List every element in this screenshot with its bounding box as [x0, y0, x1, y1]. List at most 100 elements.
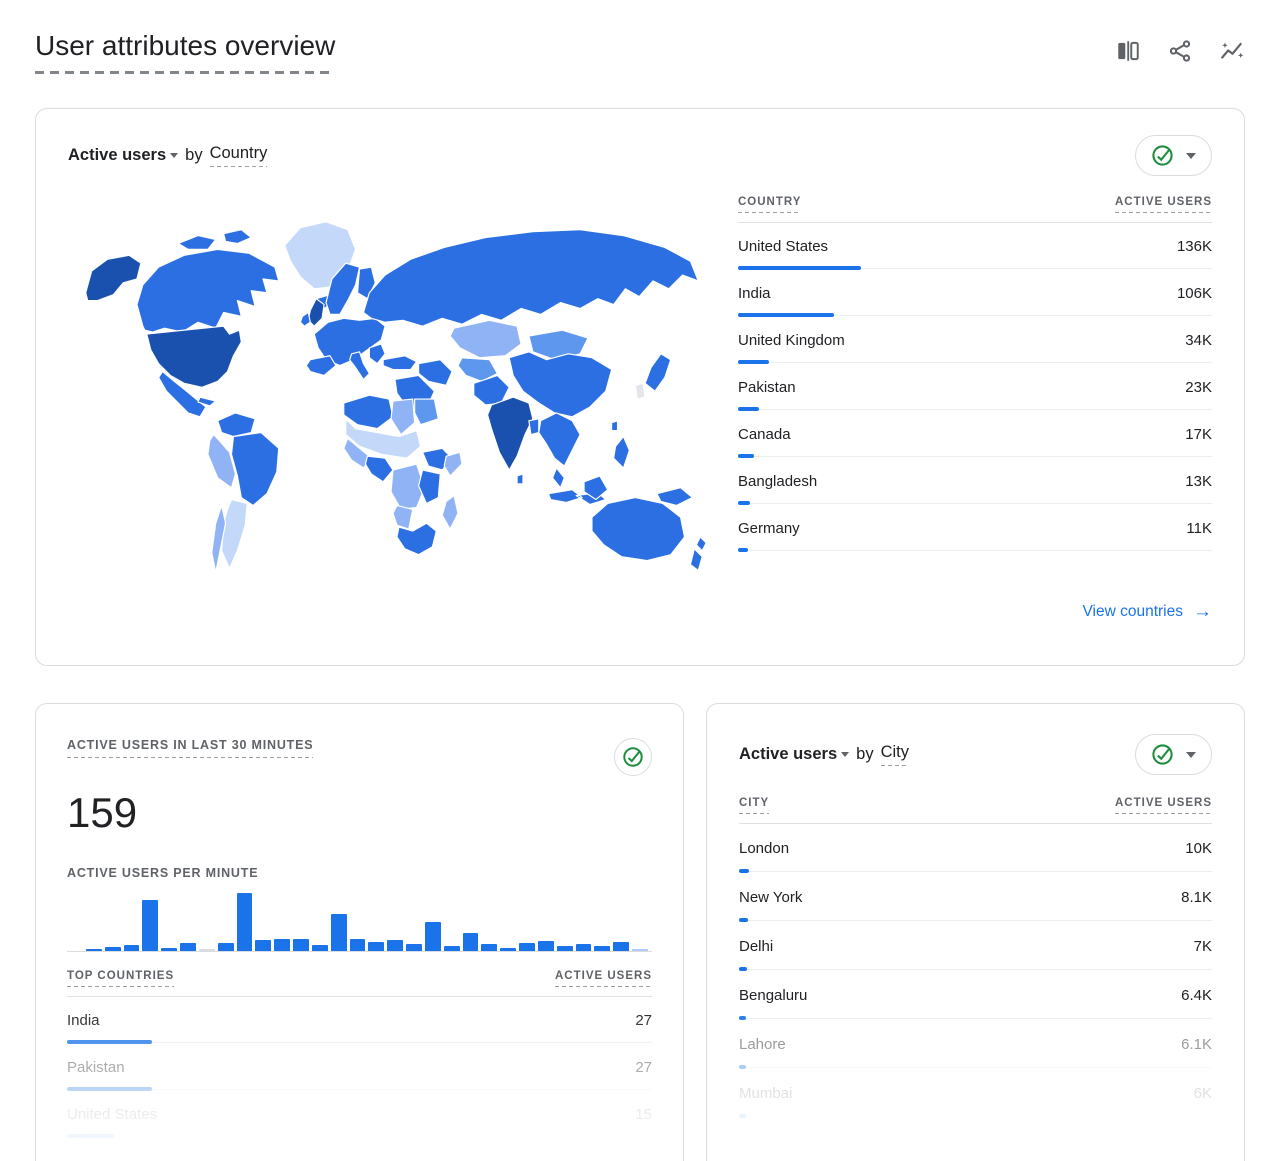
- table-body: United States 136K India 106K United Kingdom…: [738, 223, 1212, 552]
- city-table: CITY ACTIVE USERS London 10K New York 8.1K D…: [739, 797, 1212, 1118]
- minute-bar: [330, 914, 347, 952]
- card-header: Active users by City: [739, 734, 1212, 775]
- row-bar: [738, 266, 1212, 270]
- row-label: United States: [738, 237, 829, 255]
- share-icon[interactable]: [1167, 38, 1193, 64]
- column-header-top-countries[interactable]: TOP COUNTRIES: [67, 970, 175, 988]
- table-row: New York 8.1K: [739, 873, 1212, 922]
- analytics-overview-page: User attributes overview Active users by…: [0, 0, 1280, 1161]
- minute-bar: [86, 949, 102, 952]
- table-row: Germany 11K: [738, 505, 1212, 552]
- column-header-active-users[interactable]: ACTIVE USERS: [1115, 196, 1212, 213]
- metric-selector[interactable]: Active users: [68, 146, 166, 165]
- table-row: Pakistan 27: [67, 1044, 652, 1092]
- row-value: 23K: [1185, 378, 1212, 396]
- table-row: India 27: [67, 997, 652, 1045]
- row-bar: [738, 454, 1212, 458]
- data-quality-button[interactable]: [1135, 135, 1212, 176]
- card-header: ACTIVE USERS IN LAST 30 MINUTES: [67, 738, 652, 776]
- active-users-by-city-card: Active users by City CITY ACTIVE USERS L…: [706, 703, 1245, 1161]
- column-header-country[interactable]: COUNTRY: [738, 196, 802, 213]
- row-label: India: [738, 284, 771, 302]
- row-bar: [738, 407, 1212, 411]
- row-label: Delhi: [739, 937, 774, 955]
- row-value: 6K: [1193, 1084, 1212, 1102]
- table-row: Pakistan 23K: [738, 364, 1212, 411]
- dimension-selector[interactable]: Country: [209, 144, 268, 167]
- active-users-per-minute-chart[interactable]: [67, 890, 652, 953]
- row-value: 106K: [1176, 284, 1212, 302]
- row-bar: [739, 918, 1212, 922]
- column-header-active-users[interactable]: ACTIVE USERS: [1115, 797, 1212, 814]
- row-bar: [67, 1134, 652, 1139]
- table-row: United States 15: [67, 1091, 652, 1139]
- table-row: United States 136K: [738, 223, 1212, 270]
- table-row: United Kingdom 34K: [738, 317, 1212, 364]
- minute-bar: [519, 943, 535, 952]
- row-bar: [738, 548, 1212, 552]
- row-label: Mumbai: [739, 1084, 793, 1102]
- row-label: Canada: [738, 425, 791, 443]
- row-label: Bangladesh: [738, 472, 818, 490]
- minute-bar: [217, 943, 234, 952]
- row-label: Lahore: [739, 1035, 786, 1053]
- top-countries-table: TOP COUNTRIES ACTIVE USERS India 27 Pakist…: [67, 970, 652, 1139]
- card-body: COUNTRY ACTIVE USERS United States 136K In…: [68, 184, 1212, 584]
- row-value: 8.1K: [1181, 888, 1212, 906]
- row-label: India: [67, 1011, 100, 1029]
- per-minute-chart-title: ACTIVE USERS PER MINUTE: [67, 866, 259, 881]
- row-value: 6.4K: [1181, 986, 1212, 1004]
- view-countries-link[interactable]: View countries →: [1082, 602, 1212, 621]
- insights-icon[interactable]: [1219, 38, 1245, 64]
- check-circle-icon: [1152, 145, 1173, 166]
- world-map[interactable]: [68, 210, 718, 584]
- row-label: United Kingdom: [738, 331, 845, 349]
- row-value: 27: [635, 1058, 652, 1076]
- minute-bar: [180, 943, 196, 952]
- column-header-city[interactable]: CITY: [739, 797, 770, 814]
- card-title: Active users by Country: [68, 144, 268, 167]
- row-value: 34K: [1185, 331, 1212, 349]
- table-header: COUNTRY ACTIVE USERS: [738, 196, 1212, 223]
- minute-bar: [632, 949, 648, 952]
- table-header: TOP COUNTRIES ACTIVE USERS: [67, 970, 652, 998]
- metric-selector[interactable]: Active users: [739, 745, 837, 764]
- minute-bar: [537, 941, 554, 952]
- table-row: Delhi 7K: [739, 922, 1212, 971]
- minute-bar: [368, 942, 385, 952]
- minute-bar: [104, 947, 121, 952]
- row-bar: [739, 1114, 1212, 1118]
- card-header: Active users by Country: [68, 135, 1212, 176]
- row-value: 10K: [1185, 839, 1212, 857]
- data-quality-button[interactable]: [1135, 734, 1212, 775]
- chevron-down-icon: [1186, 751, 1196, 758]
- minute-bar: [311, 945, 328, 952]
- dimension-selector[interactable]: City: [880, 743, 909, 766]
- row-value: 11K: [1186, 519, 1212, 537]
- table-body: London 10K New York 8.1K Delhi 7K Bengaluru 6.4…: [739, 824, 1212, 1118]
- minute-bar: [161, 948, 178, 952]
- row-label: Bengaluru: [739, 986, 808, 1004]
- minute-bar: [481, 944, 498, 952]
- table-row: India 106K: [738, 270, 1212, 317]
- realtime-title[interactable]: ACTIVE USERS IN LAST 30 MINUTES: [67, 738, 314, 758]
- table-row: Bangladesh 13K: [738, 458, 1212, 505]
- minute-bar: [575, 944, 592, 952]
- minute-bar: [142, 900, 159, 952]
- bottom-row: ACTIVE USERS IN LAST 30 MINUTES 159 ACTI…: [35, 703, 1245, 1161]
- minute-bar: [123, 945, 140, 952]
- active-users-count: 159: [67, 789, 138, 836]
- minute-bar: [406, 944, 422, 952]
- comparison-icon[interactable]: [1115, 38, 1141, 64]
- minute-bar: [500, 948, 517, 952]
- row-label: London: [739, 839, 790, 857]
- card-footer: View countries →: [68, 602, 1212, 621]
- data-quality-button[interactable]: [614, 738, 652, 776]
- table-row: London 10K: [739, 824, 1212, 873]
- column-header-active-users[interactable]: ACTIVE USERS: [555, 970, 652, 988]
- row-value: 13K: [1185, 472, 1212, 490]
- topbar-icons: [1115, 30, 1245, 64]
- minute-bar: [613, 942, 630, 952]
- minute-bar: [443, 946, 460, 952]
- table-row: Lahore 6.1K: [739, 1020, 1212, 1069]
